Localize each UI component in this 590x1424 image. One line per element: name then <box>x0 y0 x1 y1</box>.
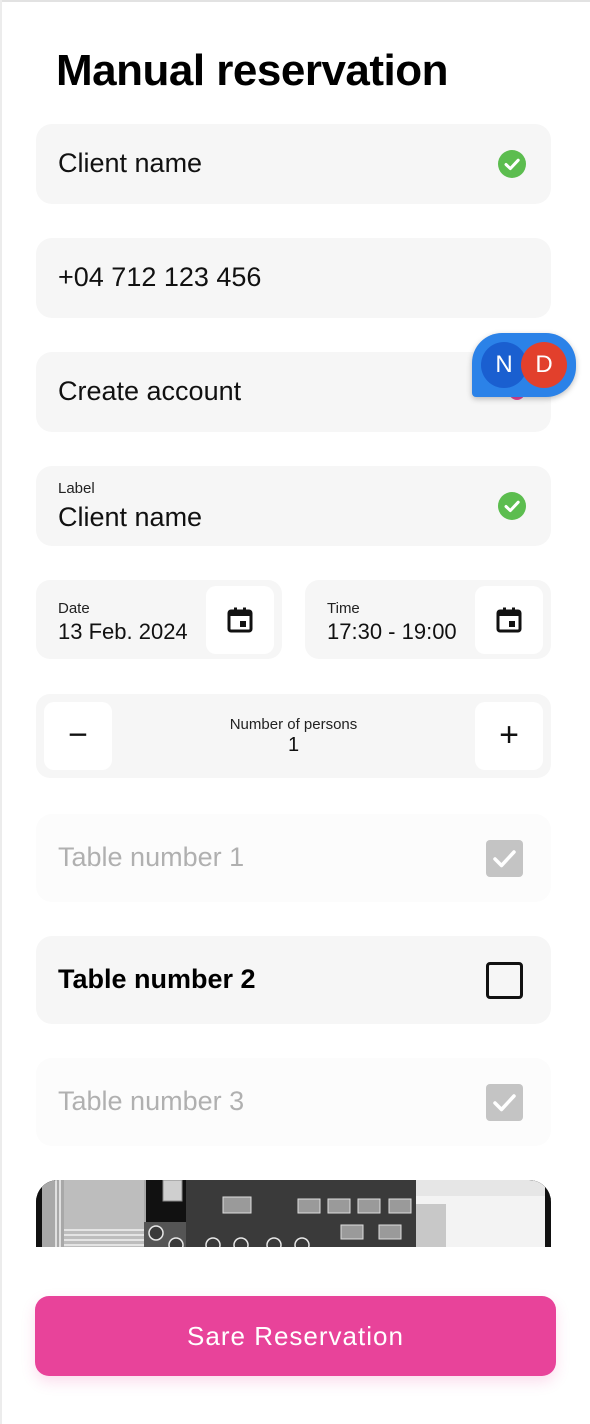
time-picker-button[interactable] <box>475 586 543 654</box>
date-field[interactable]: Date 13 Feb. 2024 <box>36 580 282 659</box>
persons-stepper: − Number of persons 1 + <box>36 694 551 778</box>
persons-label: Number of persons <box>229 716 358 733</box>
time-label: Time <box>327 600 360 617</box>
table-label: Table number 1 <box>58 842 245 872</box>
table-label: Table number 3 <box>58 1086 245 1116</box>
calendar-icon <box>496 607 522 633</box>
field-label: Label <box>58 480 95 497</box>
increment-button[interactable]: + <box>475 702 543 770</box>
frame-border-top <box>0 0 590 2</box>
labeled-client-name-value: Client name <box>58 502 203 532</box>
frame-border-left <box>0 0 2 1424</box>
table-option-1[interactable]: Table number 1 <box>36 814 551 902</box>
table-option-2[interactable]: Table number 2 <box>36 936 551 1024</box>
date-label: Date <box>58 600 90 617</box>
calendar-icon <box>227 607 253 633</box>
checkbox-checked-icon[interactable] <box>486 840 523 877</box>
client-name-value: Client name <box>58 148 203 178</box>
date-value: 13 Feb. 2024 <box>58 619 188 644</box>
table-label: Table number 2 <box>58 964 256 994</box>
floor-plan-image <box>36 1180 551 1247</box>
check-circle-icon <box>498 492 526 520</box>
table-option-3[interactable]: Table number 3 <box>36 1058 551 1146</box>
time-field[interactable]: Time 17:30 - 19:00 <box>305 580 551 659</box>
checkbox-checked-icon[interactable] <box>486 1084 523 1121</box>
save-reservation-button[interactable]: Sare Reservation <box>35 1296 556 1376</box>
date-picker-button[interactable] <box>206 586 274 654</box>
floor-plan-preview[interactable] <box>36 1180 551 1247</box>
phone-value: +04 712 123 456 <box>58 262 262 292</box>
avatar[interactable]: D <box>521 342 567 388</box>
collaborator-avatars[interactable]: N D <box>472 333 576 397</box>
labeled-client-name-field[interactable]: Label Client name <box>36 466 551 546</box>
persons-count: 1 <box>287 734 300 756</box>
checkbox-empty-icon[interactable] <box>486 962 523 999</box>
client-name-field[interactable]: Client name <box>36 124 551 204</box>
time-value: 17:30 - 19:00 <box>327 619 457 644</box>
page-title: Manual reservation <box>56 46 449 95</box>
create-account-label: Create account <box>58 376 242 406</box>
check-circle-icon <box>498 150 526 178</box>
phone-field[interactable]: +04 712 123 456 <box>36 238 551 318</box>
